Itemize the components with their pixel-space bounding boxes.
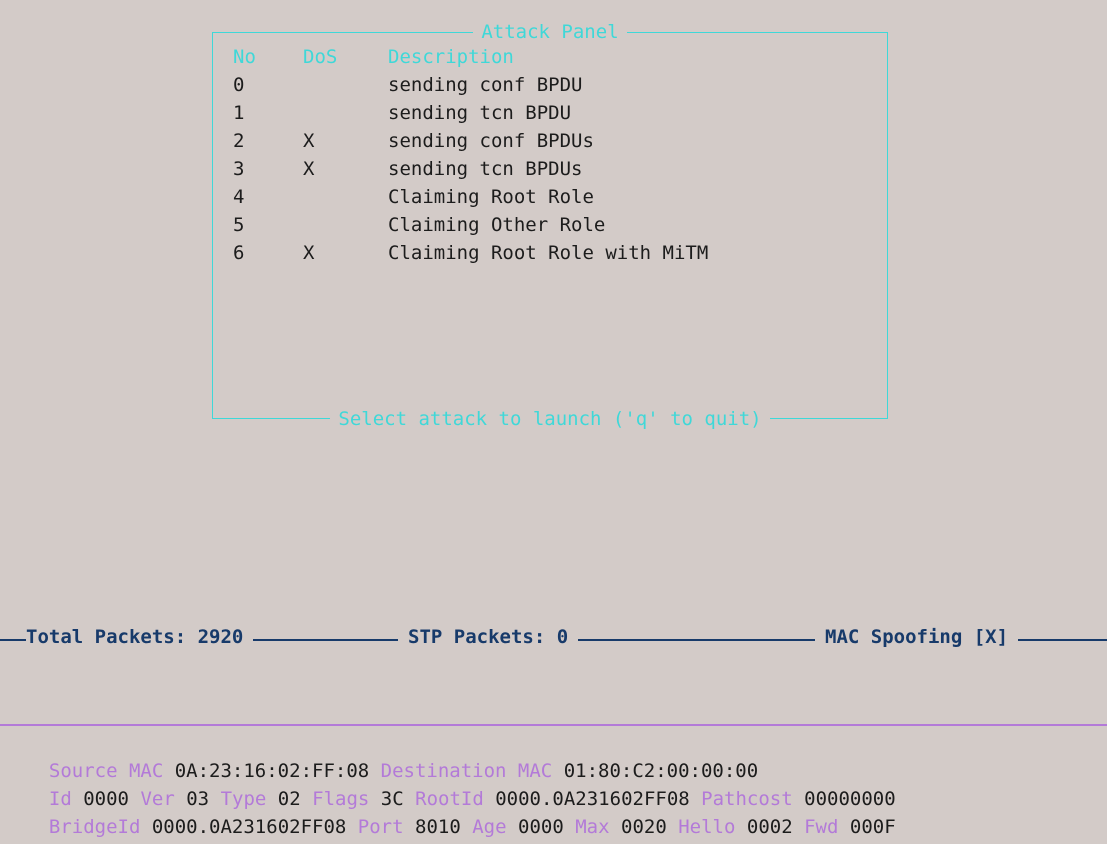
field-key: Port <box>357 816 404 838</box>
attack-dos: X <box>303 130 315 152</box>
attack-panel: Attack Panel No DoS Description 0 sendin… <box>212 21 888 430</box>
attack-no: 1 <box>233 102 245 124</box>
field-key: Fwd <box>804 816 839 838</box>
field-value: 0020 <box>621 816 667 838</box>
attack-description: Claiming Root Role <box>388 186 594 208</box>
attack-no: 3 <box>233 158 245 180</box>
attack-row[interactable]: 1 sending tcn BPDU <box>233 102 571 126</box>
attack-description: sending tcn BPDU <box>388 102 572 124</box>
field-key: Hello <box>678 816 736 838</box>
total-packets: Total Packets: 2920 <box>26 626 254 648</box>
panel-title: Attack Panel <box>473 21 627 43</box>
field-key: Age <box>472 816 507 838</box>
attack-row[interactable]: 3 X sending tcn BPDUs <box>233 158 582 182</box>
field-value: 0000 <box>518 816 564 838</box>
attack-dos: X <box>303 242 315 264</box>
col-header-description: Description <box>388 46 514 68</box>
attack-description: Claiming Other Role <box>388 214 606 236</box>
attack-dos: X <box>303 158 315 180</box>
packet-line-bridge: BridgeId 0000.0A231602FF08 Port 8010 Age… <box>26 794 896 838</box>
attack-description: sending conf BPDUs <box>388 130 594 152</box>
attack-description: sending conf BPDU <box>388 74 583 96</box>
field-key: BridgeId <box>48 816 141 838</box>
attack-row[interactable]: 6 X Claiming Root Role with MiTM <box>233 242 708 266</box>
attack-description: Claiming Root Role with MiTM <box>388 242 709 264</box>
section-divider <box>0 724 1107 726</box>
attack-no: 6 <box>233 242 245 264</box>
mac-spoofing-status: MAC Spoofing [X] <box>815 626 1019 648</box>
attack-no: 2 <box>233 130 245 152</box>
attack-row[interactable]: 2 X sending conf BPDUs <box>233 130 594 154</box>
attack-table-header: No DoS Description <box>233 46 514 70</box>
field-key: Max <box>575 816 610 838</box>
stp-packets: STP Packets: 0 <box>398 626 579 648</box>
field-value: 000F <box>849 816 896 838</box>
field-value: 0000.0A231602FF08 <box>151 816 347 838</box>
attack-description: sending tcn BPDUs <box>388 158 583 180</box>
attack-no: 4 <box>233 186 245 208</box>
field-value: 8010 <box>415 816 461 838</box>
status-bar: Total Packets: 2920 STP Packets: 0 MAC S… <box>0 624 1107 654</box>
attack-no: 5 <box>233 214 245 236</box>
col-header-no: No <box>233 46 256 68</box>
attack-row[interactable]: 5 Claiming Other Role <box>233 214 605 238</box>
attack-row[interactable]: 4 Claiming Root Role <box>233 186 594 210</box>
attack-no: 0 <box>233 74 245 96</box>
panel-footer-prompt: Select attack to launch ('q' to quit) <box>330 408 770 430</box>
attack-row[interactable]: 0 sending conf BPDU <box>233 74 582 98</box>
col-header-dos: DoS <box>303 46 338 68</box>
field-value: 0002 <box>746 816 793 838</box>
